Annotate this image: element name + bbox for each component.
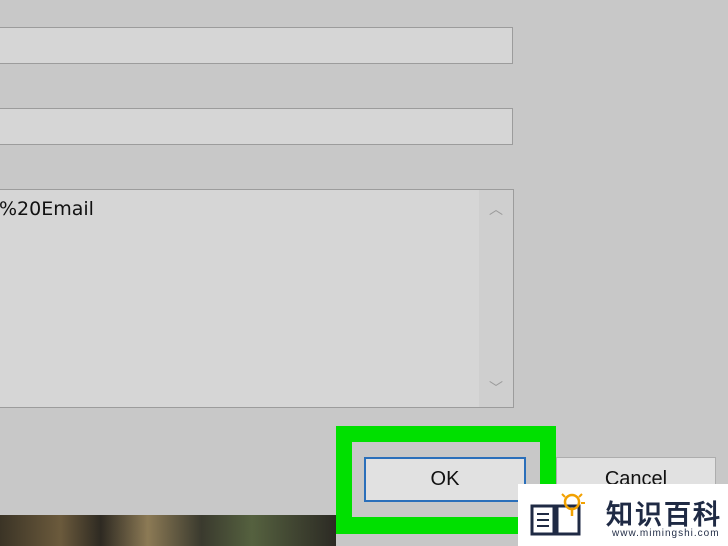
message-textarea[interactable]: %20Email ︿ ﹀: [0, 189, 514, 408]
background-photo: [0, 515, 336, 546]
vertical-scrollbar[interactable]: ︿ ﹀: [479, 190, 513, 407]
text-field-2[interactable]: [0, 108, 513, 145]
watermark: 知识百科 www.mimingshi.com: [518, 484, 728, 546]
text-field-1[interactable]: [0, 27, 513, 64]
chevron-up-icon[interactable]: ︿: [479, 194, 513, 224]
textarea-content: %20Email: [0, 198, 94, 220]
ok-button[interactable]: OK: [364, 457, 526, 502]
book-lightbulb-icon: [530, 493, 585, 536]
watermark-url: www.mimingshi.com: [612, 528, 720, 539]
chevron-down-icon[interactable]: ﹀: [479, 373, 513, 403]
watermark-title: 知识百科: [606, 500, 722, 531]
